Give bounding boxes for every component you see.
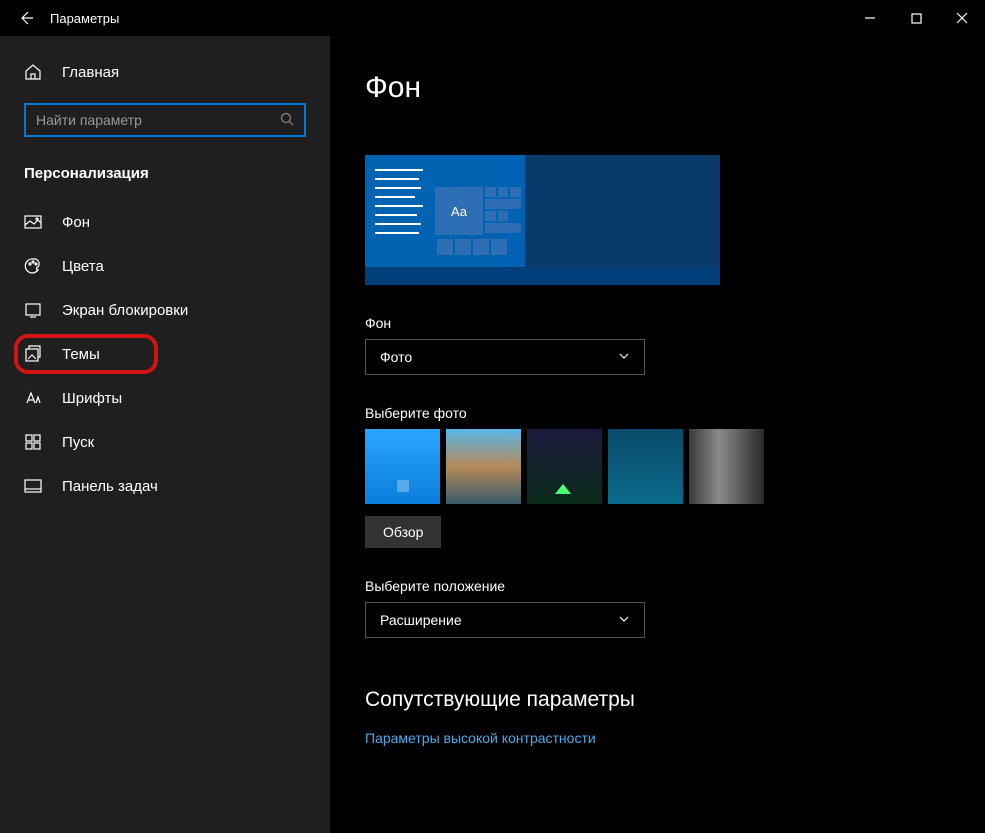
thumbnail-5[interactable] <box>689 429 764 504</box>
nav-label: Темы <box>62 346 100 363</box>
nav-label: Цвета <box>62 258 104 275</box>
desktop-preview: Aa <box>365 155 720 285</box>
close-icon <box>956 12 968 24</box>
lockscreen-icon <box>24 301 42 319</box>
high-contrast-link[interactable]: Параметры высокой контрастности <box>365 730 985 746</box>
back-button[interactable] <box>12 10 40 26</box>
related-settings-title: Сопутствующие параметры <box>365 688 985 712</box>
photo-thumbnails <box>365 429 985 504</box>
nav-label: Панель задач <box>62 478 158 495</box>
preview-tile: Aa <box>435 187 483 235</box>
fit-dropdown[interactable]: Расширение <box>365 602 645 638</box>
thumbnail-4[interactable] <box>608 429 683 504</box>
search-input[interactable] <box>36 112 280 128</box>
fit-label: Выберите положение <box>365 578 985 594</box>
sidebar-item-themes[interactable]: Темы <box>0 332 330 376</box>
nav-label: Шрифты <box>62 390 122 407</box>
nav-label: Пуск <box>62 434 94 451</box>
browse-button[interactable]: Обзор <box>365 516 441 548</box>
sidebar-item-colors[interactable]: Цвета <box>0 244 330 288</box>
search-box[interactable] <box>24 103 306 137</box>
minimize-icon <box>864 12 876 24</box>
dropdown-value: Фото <box>380 349 412 365</box>
search-icon <box>280 112 294 129</box>
content-area: Фон Aa Фон Фото Выберите фото <box>330 36 985 833</box>
nav-list: Фон Цвета Экран блокировки Темы Ш <box>0 200 330 508</box>
sidebar-item-fonts[interactable]: Шрифты <box>0 376 330 420</box>
background-dropdown[interactable]: Фото <box>365 339 645 375</box>
chevron-down-icon <box>618 349 630 365</box>
thumbnail-1[interactable] <box>365 429 440 504</box>
home-label: Главная <box>62 64 119 81</box>
close-button[interactable] <box>939 0 985 36</box>
thumbnail-2[interactable] <box>446 429 521 504</box>
start-icon <box>24 433 42 451</box>
palette-icon <box>24 257 42 275</box>
sidebar-item-lockscreen[interactable]: Экран блокировки <box>0 288 330 332</box>
chevron-down-icon <box>618 612 630 628</box>
maximize-icon <box>911 13 922 24</box>
taskbar-icon <box>24 477 42 495</box>
window-title: Параметры <box>50 11 119 26</box>
nav-label: Фон <box>62 214 90 231</box>
thumbnail-3[interactable] <box>527 429 602 504</box>
minimize-button[interactable] <box>847 0 893 36</box>
category-header: Персонализация <box>0 157 330 200</box>
maximize-button[interactable] <box>893 0 939 36</box>
sidebar-item-start[interactable]: Пуск <box>0 420 330 464</box>
sidebar: Главная Персонализация Фон Цвета Экра <box>0 36 330 833</box>
image-icon <box>24 213 42 231</box>
arrow-left-icon <box>18 10 34 26</box>
choose-photo-label: Выберите фото <box>365 405 985 421</box>
themes-icon <box>24 345 42 363</box>
home-nav[interactable]: Главная <box>0 51 330 93</box>
home-icon <box>24 63 42 81</box>
background-label: Фон <box>365 315 985 331</box>
dropdown-value: Расширение <box>380 612 462 628</box>
fonts-icon <box>24 389 42 407</box>
sidebar-item-taskbar[interactable]: Панель задач <box>0 464 330 508</box>
nav-label: Экран блокировки <box>62 302 188 319</box>
sidebar-item-background[interactable]: Фон <box>0 200 330 244</box>
titlebar: Параметры <box>0 0 985 36</box>
page-title: Фон <box>365 71 985 105</box>
